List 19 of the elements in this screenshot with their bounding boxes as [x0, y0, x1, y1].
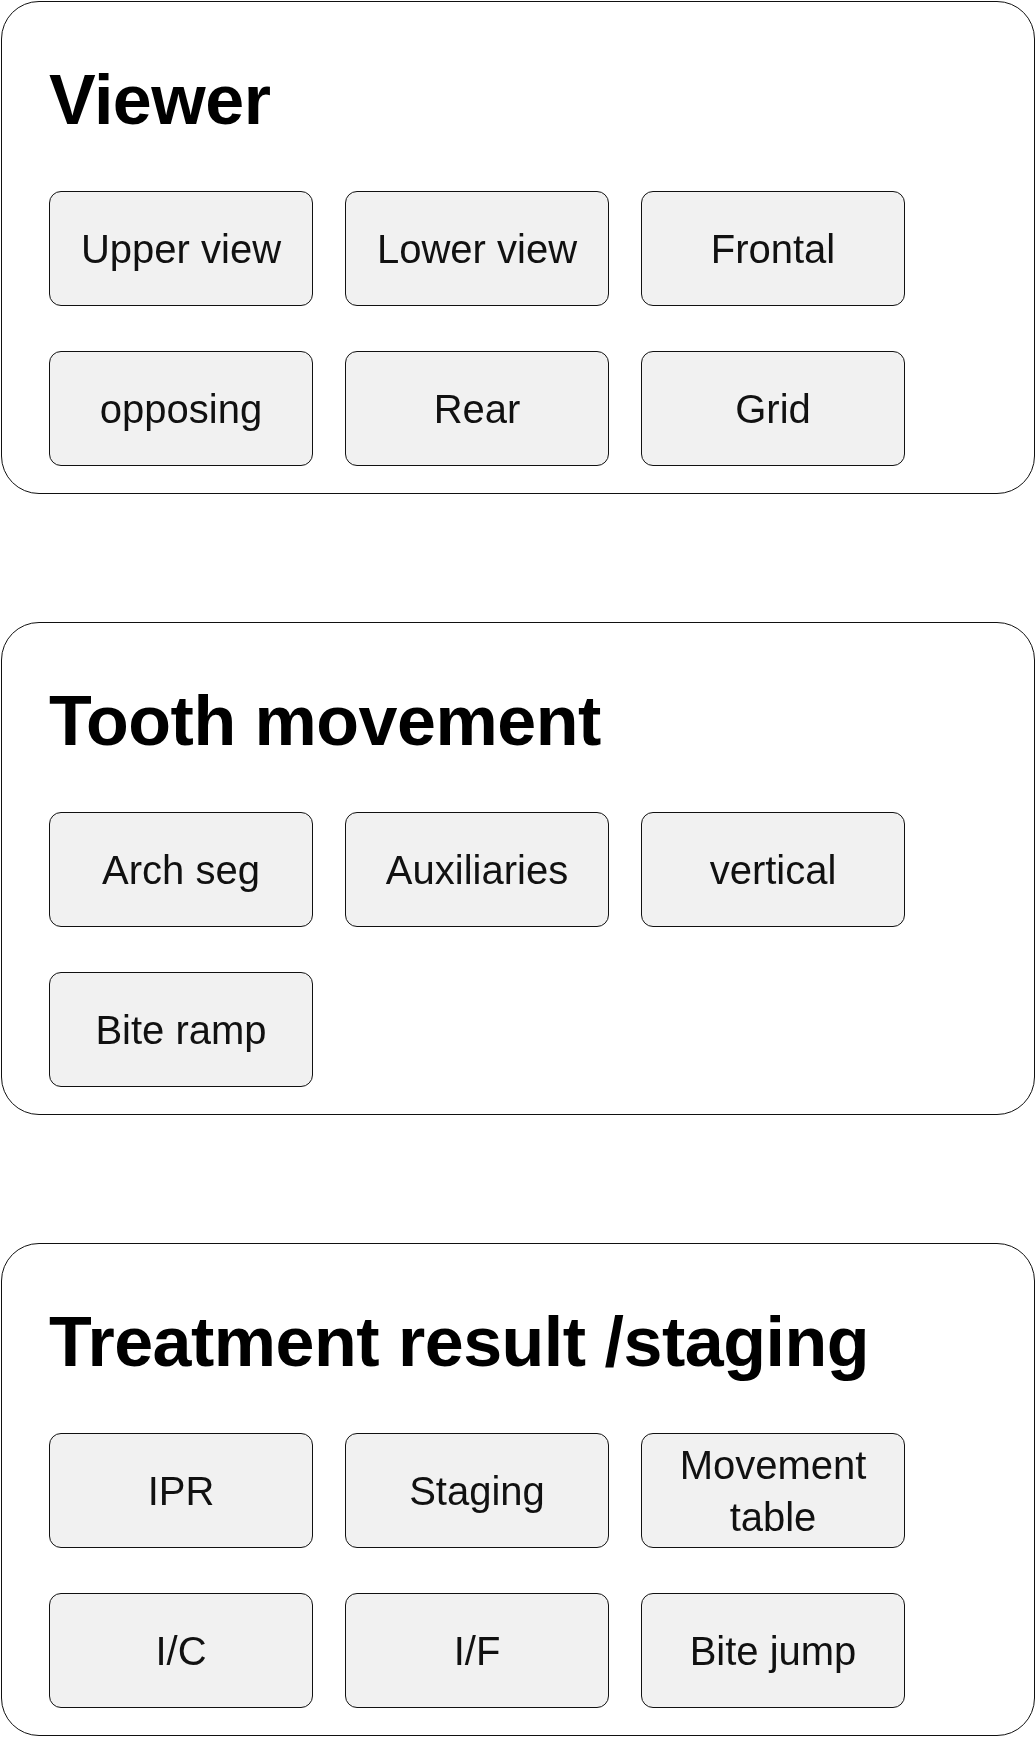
option-button[interactable]: Upper view: [49, 191, 313, 306]
option-button[interactable]: IPR: [49, 1433, 313, 1548]
option-button[interactable]: I/F: [345, 1593, 609, 1708]
option-button[interactable]: opposing: [49, 351, 313, 466]
option-button[interactable]: I/C: [49, 1593, 313, 1708]
option-button[interactable]: vertical: [641, 812, 905, 927]
option-button[interactable]: Lower view: [345, 191, 609, 306]
option-button[interactable]: Rear: [345, 351, 609, 466]
option-button[interactable]: Arch seg: [49, 812, 313, 927]
option-button[interactable]: Frontal: [641, 191, 905, 306]
option-button[interactable]: Bite ramp: [49, 972, 313, 1087]
option-button[interactable]: Grid: [641, 351, 905, 466]
option-button[interactable]: Staging: [345, 1433, 609, 1548]
option-button[interactable]: Movement table: [641, 1433, 905, 1548]
section-title: Viewer: [49, 60, 272, 141]
option-button[interactable]: Bite jump: [641, 1593, 905, 1708]
section-title: Tooth movement: [49, 681, 602, 762]
option-button[interactable]: Auxiliaries: [345, 812, 609, 927]
section-title: Treatment result /staging: [49, 1302, 870, 1383]
